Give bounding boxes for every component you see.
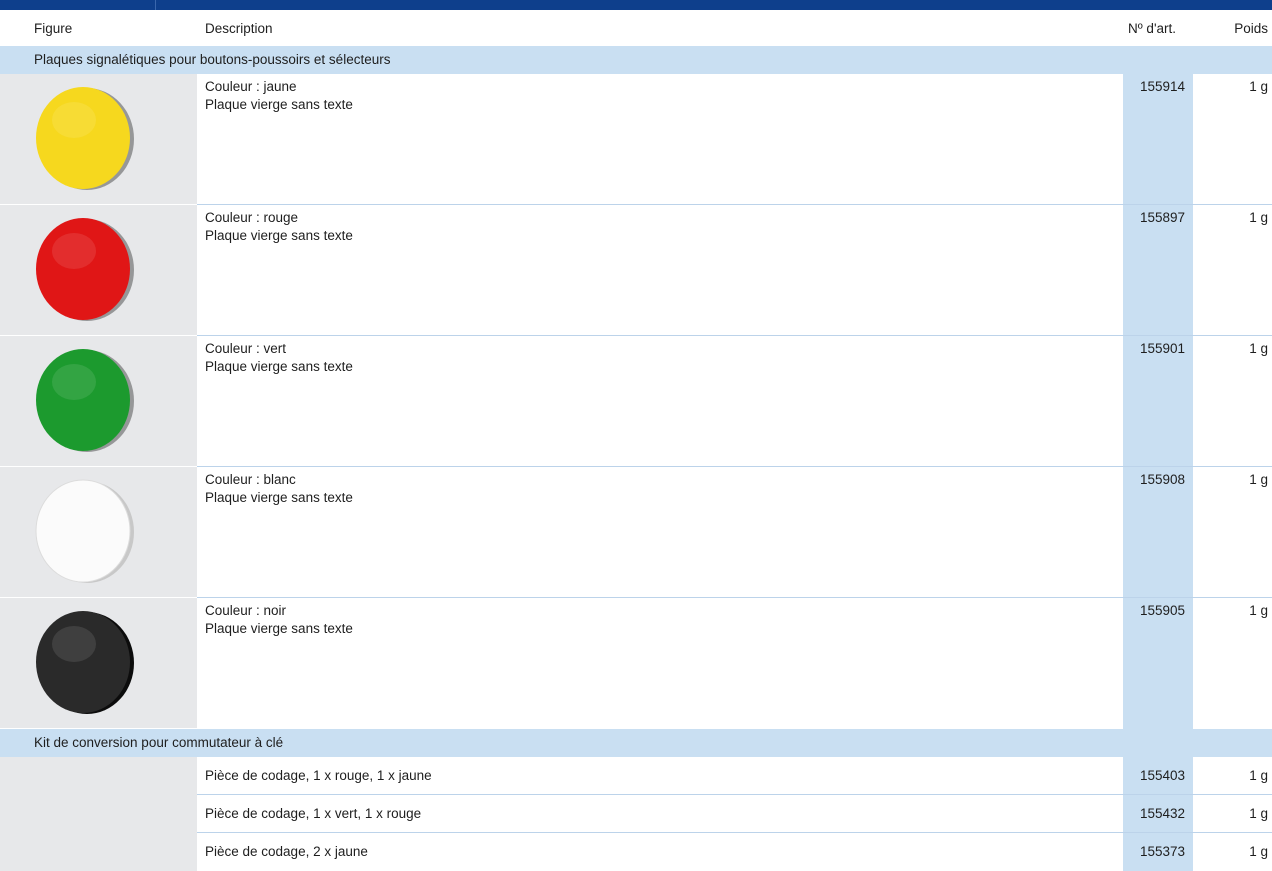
section-title: Plaques signalétiques pour boutons-pouss… [34,52,391,67]
table-header: Figure Description Nº d'art. Poids [0,10,1272,46]
article-number: 155914 [1139,79,1185,94]
product-row: Couleur : rouge Plaque vierge sans texte 1… [0,205,1272,336]
product-description: Couleur : vert Plaque vierge sans texte [205,340,353,376]
article-number: 155432 [1139,806,1185,821]
product-description: Couleur : noir Plaque vierge sans texte [205,602,353,638]
weight-value: 1 g [1249,341,1268,356]
kit-row: Pièce de codage, 2 x jaune 155373 1 g [0,833,1272,871]
header-article-number: Nº d'art. [1128,21,1177,36]
weight-value: 1 g [1249,79,1268,94]
nameplate-white-image [35,479,134,583]
product-row: Couleur : vert Plaque vierge sans texte 15… [0,336,1272,467]
header-figure: Figure [34,21,73,36]
kit-description: Pièce de codage, 1 x rouge, 1 x jaune [205,768,432,783]
section-title: Kit de conversion pour commutateur à clé [34,735,284,750]
product-row: Couleur : jaune Plaque vierge sans texte 1… [0,74,1272,205]
weight-value: 1 g [1249,844,1268,859]
plate-type-label: Plaque vierge sans texte [205,228,353,243]
weight-value: 1 g [1249,768,1268,783]
product-description: Couleur : rouge Plaque vierge sans texte [205,209,353,245]
article-number: 155403 [1139,768,1185,783]
kit-row: Pièce de codage, 1 x vert, 1 x rouge 1554… [0,795,1272,833]
article-number: 155908 [1139,472,1185,487]
nameplate-red-image [36,218,134,321]
weight-value: 1 g [1249,603,1268,618]
plate-type-label: Plaque vierge sans texte [205,359,353,374]
color-label: Couleur : vert [205,341,287,356]
weight-value: 1 g [1249,210,1268,225]
kit-description: Pièce de codage, 2 x jaune [205,844,368,859]
product-description: Couleur : jaune Plaque vierge sans texte [205,78,353,114]
top-header-bar [0,0,1272,10]
header-weight: Poids [1234,21,1268,36]
color-label: Couleur : noir [205,603,287,618]
product-row: Couleur : noir Plaque vierge sans texte 15… [0,598,1272,729]
section-heading-conversion-kit: Kit de conversion pour commutateur à clé [0,729,1272,757]
article-number: 155905 [1139,603,1185,618]
nameplate-green-image [36,349,134,452]
article-number: 155373 [1139,844,1185,859]
plate-type-label: Plaque vierge sans texte [205,490,353,505]
weight-value: 1 g [1249,806,1268,821]
product-description: Couleur : blanc Plaque vierge sans texte [205,471,353,507]
article-number: 155901 [1139,341,1185,356]
article-number: 155897 [1139,210,1185,225]
plate-type-label: Plaque vierge sans texte [205,97,353,112]
nameplate-black-image [36,611,134,714]
section-heading-nameplates: Plaques signalétiques pour boutons-pouss… [0,46,1272,74]
plate-type-label: Plaque vierge sans texte [205,621,353,636]
kit-description: Pièce de codage, 1 x vert, 1 x rouge [205,806,422,821]
kit-row: Pièce de codage, 1 x rouge, 1 x jaune 155… [0,757,1272,795]
weight-value: 1 g [1249,472,1268,487]
nameplate-yellow-image [36,87,134,190]
color-label: Couleur : blanc [205,472,296,487]
column-divider [155,0,156,10]
color-label: Couleur : rouge [205,210,299,225]
header-description: Description [205,21,273,36]
product-row: Couleur : blanc Plaque vierge sans texte 1… [0,467,1272,598]
color-label: Couleur : jaune [205,79,297,94]
